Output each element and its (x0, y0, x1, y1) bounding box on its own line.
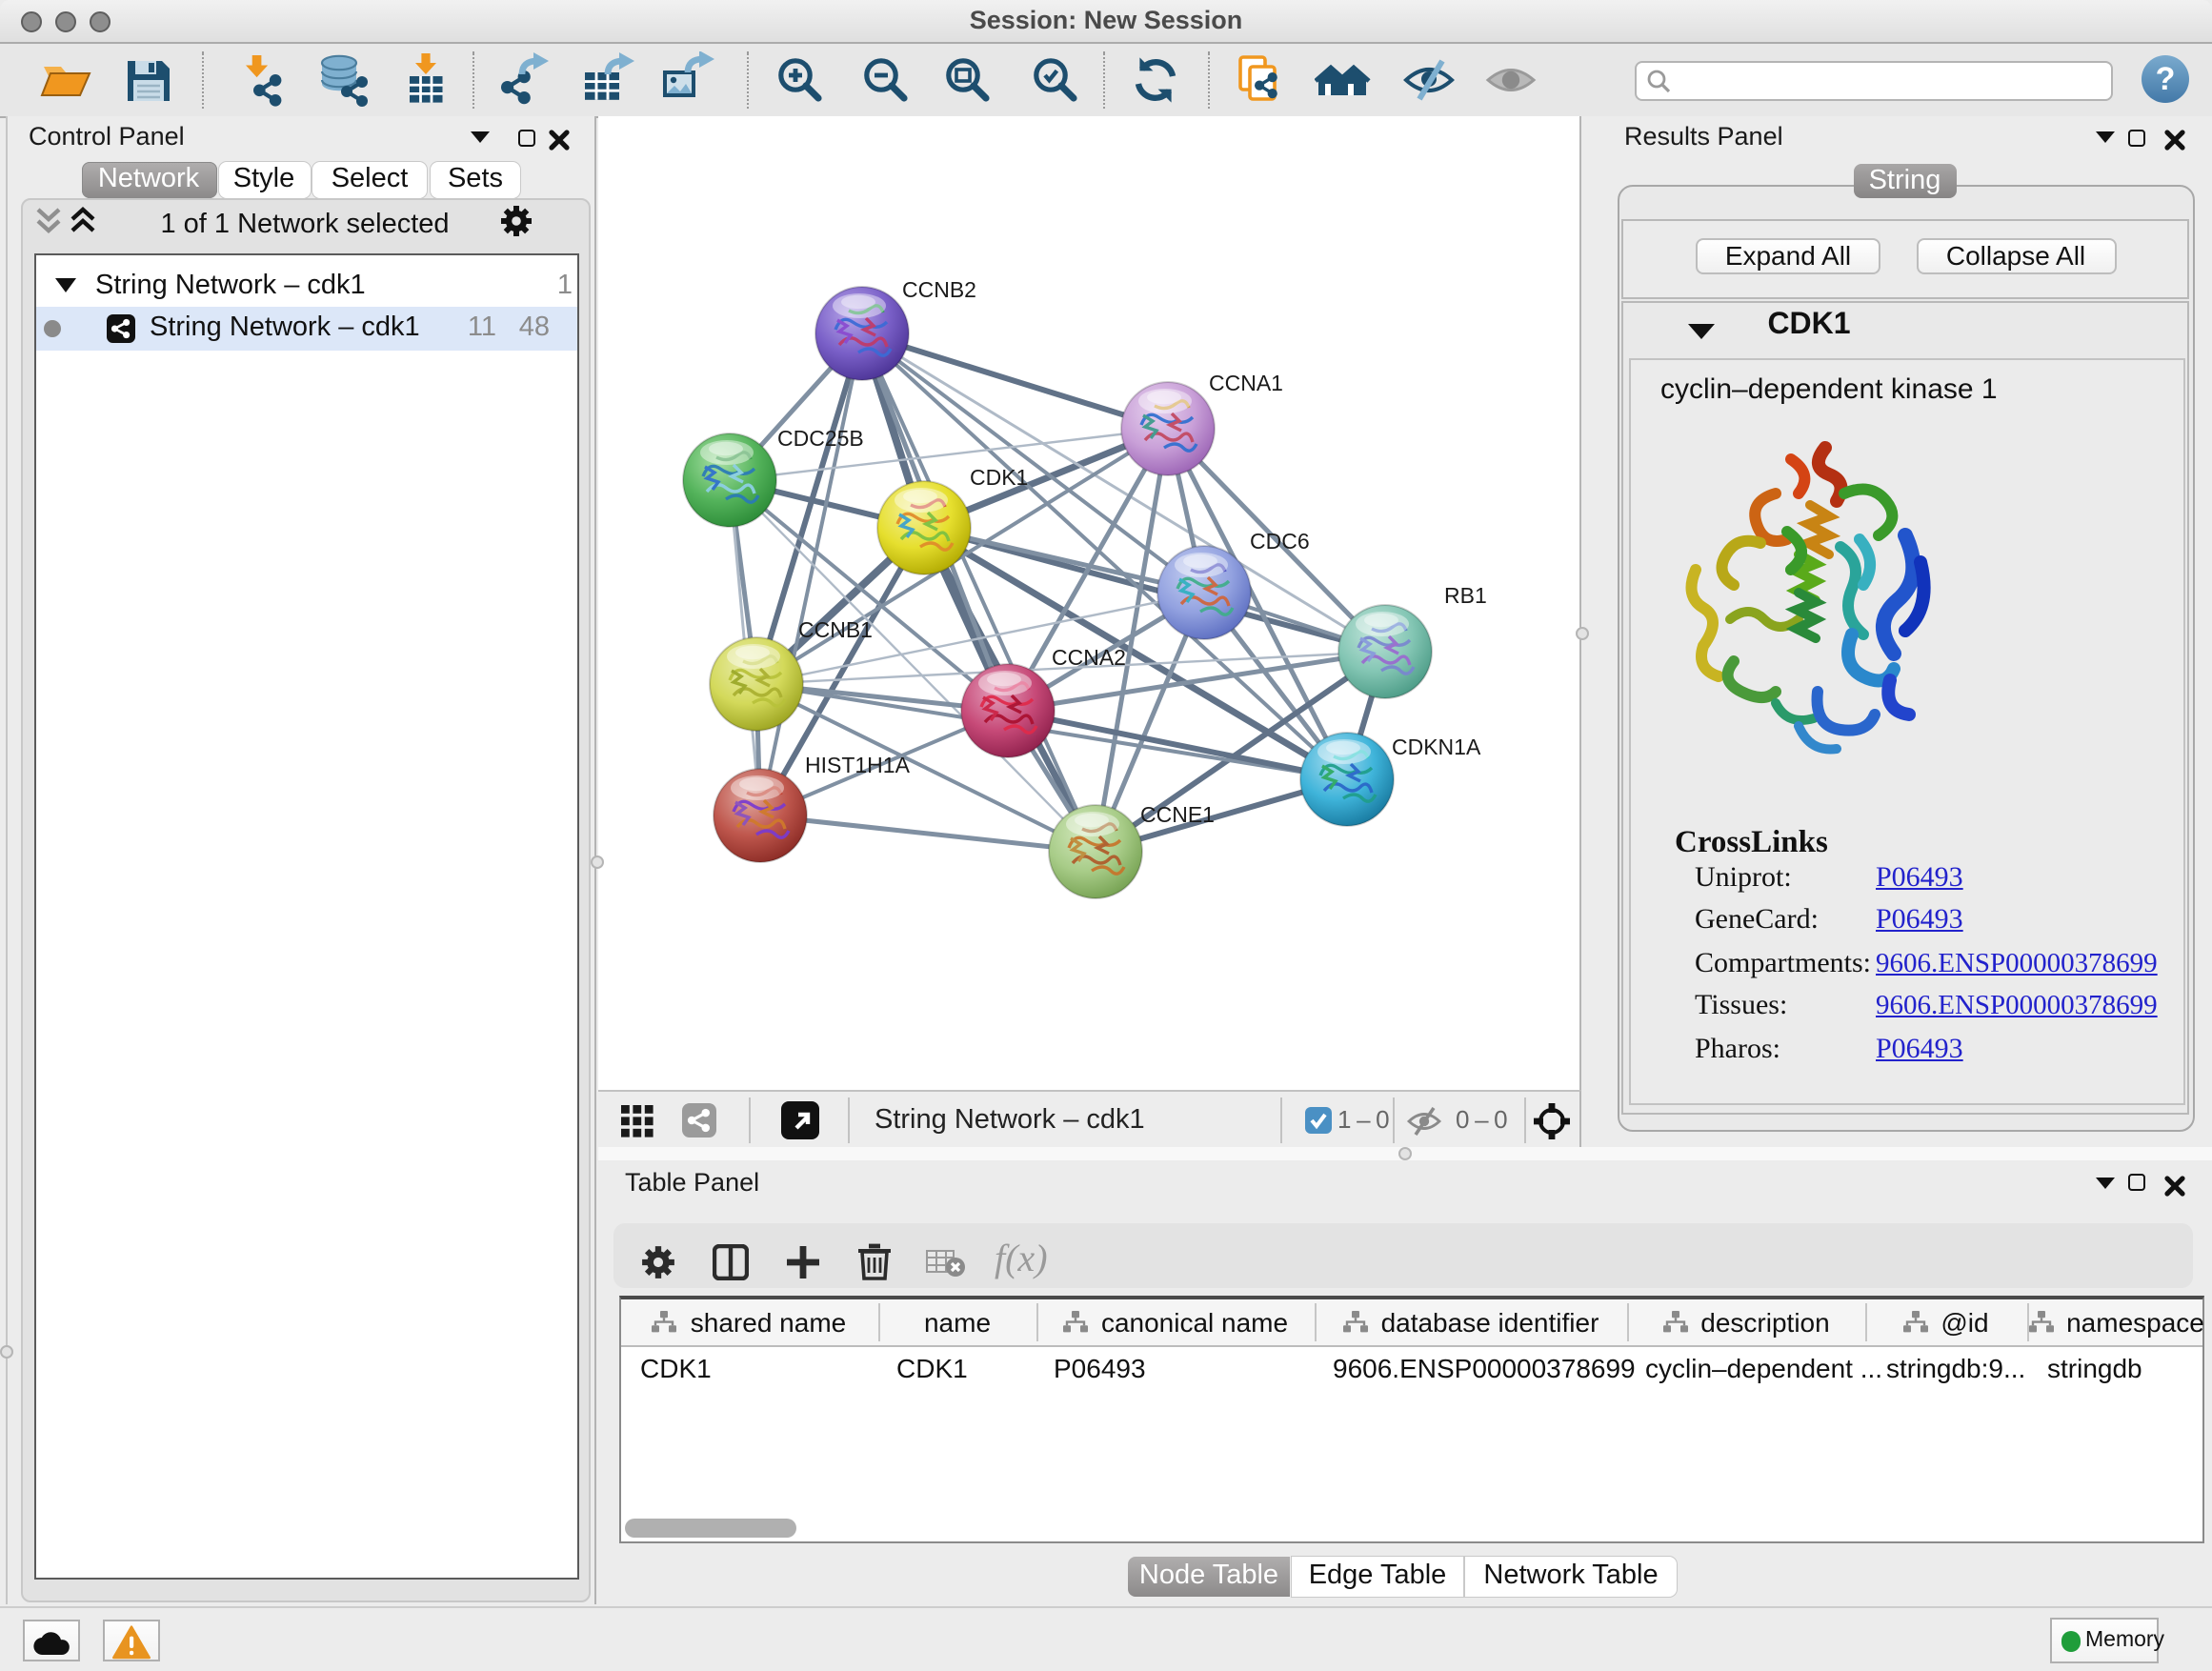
svg-text:CDK1: CDK1 (970, 465, 1028, 490)
svg-text:CCNE1: CCNE1 (1140, 802, 1215, 827)
svg-text:CDC6: CDC6 (1250, 529, 1310, 554)
svg-text:HIST1H1A: HIST1H1A (805, 753, 911, 777)
svg-text:CDKN1A: CDKN1A (1392, 735, 1481, 759)
svg-text:CCNB1: CCNB1 (798, 617, 873, 642)
svg-text:CCNA2: CCNA2 (1052, 645, 1126, 670)
svg-text:CCNA1: CCNA1 (1209, 371, 1283, 395)
svg-text:CCNB2: CCNB2 (902, 277, 976, 302)
svg-text:RB1: RB1 (1444, 583, 1487, 608)
svg-text:CDC25B: CDC25B (777, 426, 864, 451)
